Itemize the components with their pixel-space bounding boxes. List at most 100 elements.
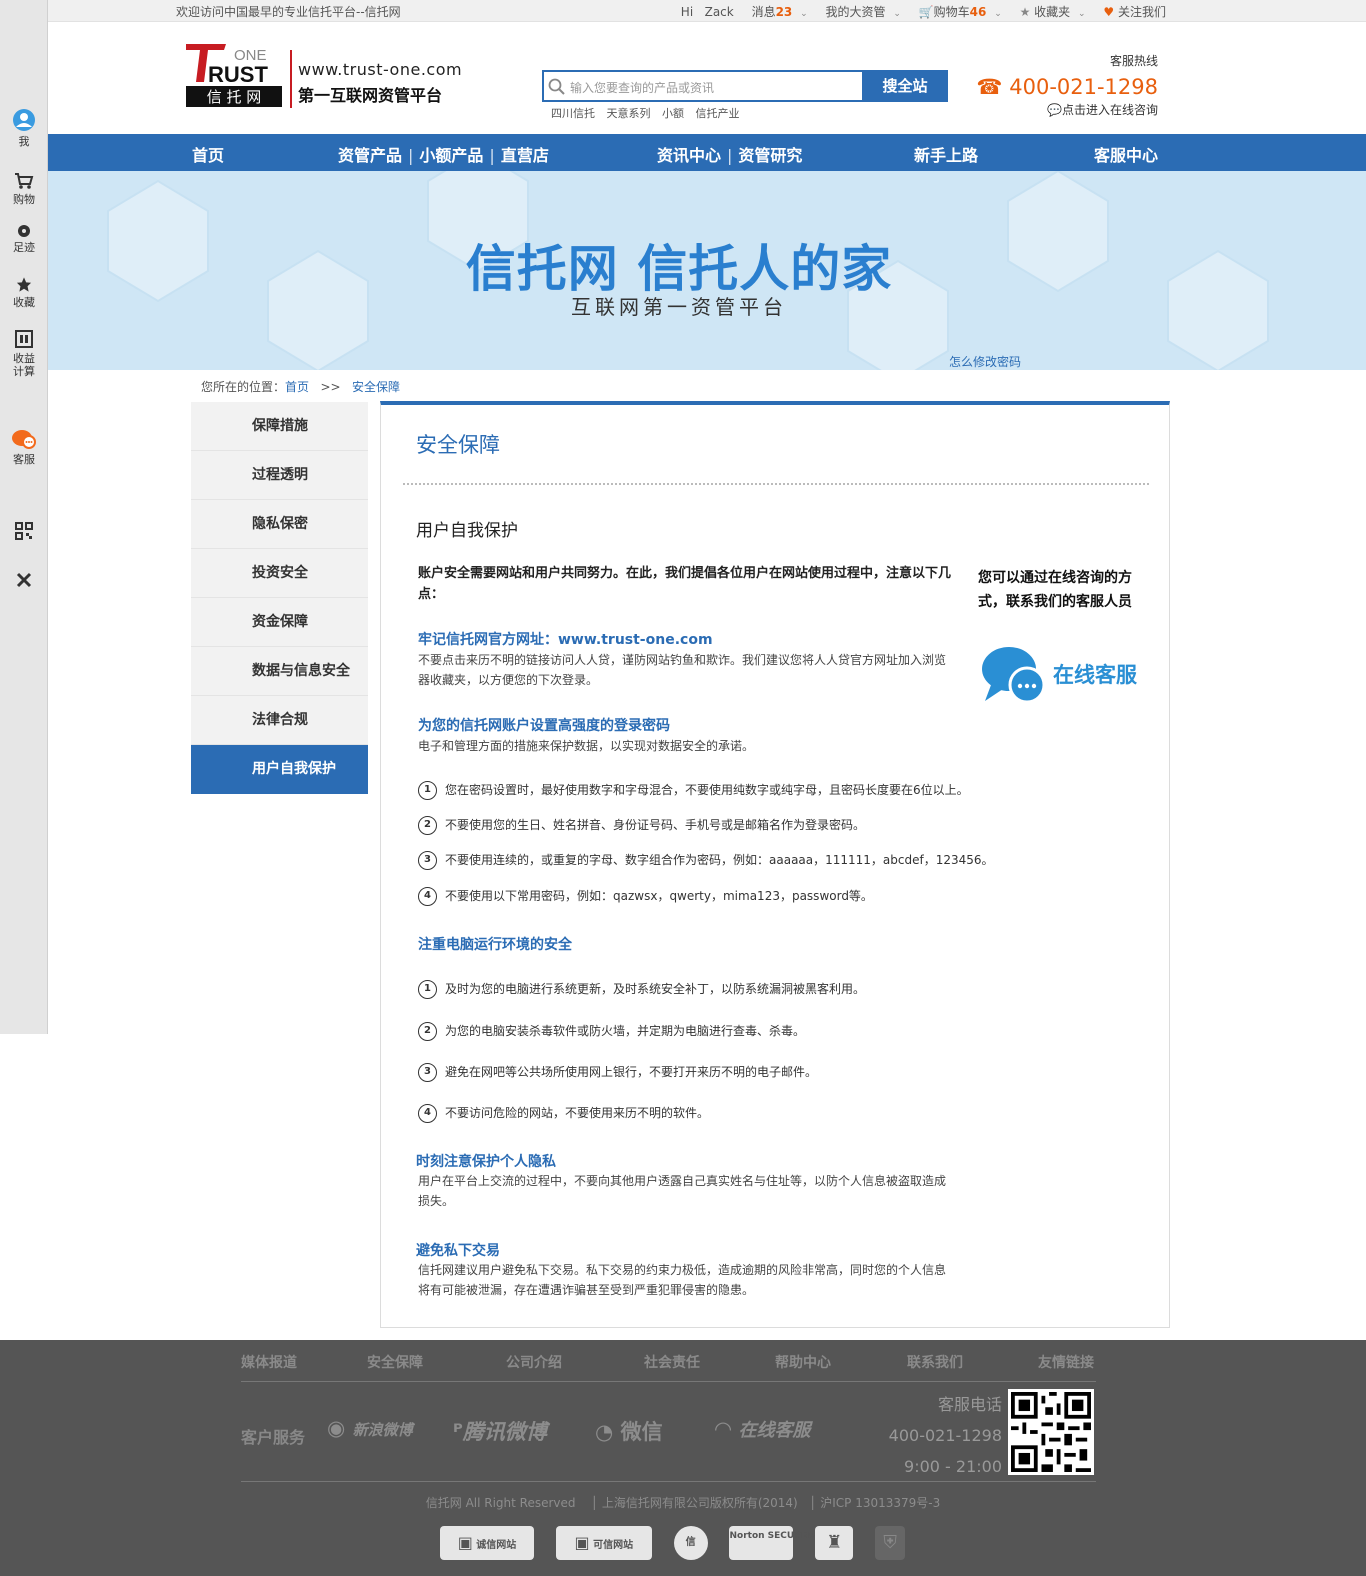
number-badge: 1: [418, 980, 437, 999]
sidebar-item-label: 客服: [13, 453, 35, 466]
nav-direct-store[interactable]: 直营店: [501, 146, 549, 165]
sidebar-item-service[interactable]: 客服: [0, 428, 48, 466]
hotword-link[interactable]: 小额: [662, 107, 684, 120]
badge-credible-site[interactable]: ▣ 诚信网站: [440, 1526, 534, 1560]
section-heading: 牢记信托网官方网址：www.trust-one.com: [418, 632, 713, 648]
sidebar-item-label: 收益: [13, 352, 35, 365]
online-service-link[interactable]: ◠ 在线客服: [715, 1416, 810, 1442]
menu-item-data-security[interactable]: 数据与信息安全: [191, 647, 368, 696]
cart-icon: 🛒: [918, 5, 934, 19]
section-body: 用户在平台上交流的过程中，不要向其他用户透露自己真实姓名与住址等，以防个人信息被…: [418, 1174, 947, 1208]
nav-asset-products[interactable]: 资管产品: [338, 146, 402, 165]
breadcrumb-current[interactable]: 安全保障: [352, 380, 400, 394]
service-hours: 9:00 - 21:00: [904, 1457, 1002, 1476]
messages-link[interactable]: 消息23 ⌄: [752, 5, 808, 19]
howto-link[interactable]: 怎么修改密码: [949, 353, 1021, 370]
nav-newbie[interactable]: 新手上路: [914, 142, 978, 166]
hero-banner: 信托网 信托人的家 互联网第一资管平台 怎么修改密码: [48, 171, 1366, 370]
hotline-label: 客服热线: [1109, 54, 1158, 68]
logo[interactable]: ONE RUST 信 托 网: [186, 42, 286, 110]
menu-item-privacy[interactable]: 隐私保密: [191, 500, 368, 549]
breadcrumb-home[interactable]: 首页: [285, 380, 309, 394]
star-icon: ★: [1019, 5, 1031, 19]
menu-item-fund-security[interactable]: 资金保障: [191, 598, 368, 647]
cart-link[interactable]: 🛒购物车46 ⌄: [919, 5, 1002, 19]
footer-link[interactable]: 社会责任: [644, 1352, 700, 1372]
sidebar-item-cart[interactable]: 购物: [0, 172, 48, 206]
online-service-button[interactable]: 在线客服: [981, 645, 1161, 707]
nav-group-news: 资讯中心 | 资管研究: [657, 142, 802, 166]
seal-icon: ▣: [574, 1533, 590, 1552]
chevron-down-icon: ⌄: [893, 9, 901, 19]
tencent-weibo-link[interactable]: ᴾ腾讯微博: [453, 1416, 547, 1446]
trust-logo-icon: ONE RUST 信 托 网: [186, 44, 282, 107]
sidebar-close[interactable]: [0, 572, 48, 591]
logo-cn-text: 信 托 网: [207, 88, 262, 106]
sidebar-item-me[interactable]: 我: [0, 108, 48, 148]
chevron-down-icon: ⌄: [800, 9, 808, 19]
my-assets-link[interactable]: 我的大资管 ⌄: [825, 5, 900, 19]
footer-link[interactable]: 联系我们: [907, 1352, 963, 1372]
username[interactable]: Zack: [705, 5, 734, 19]
sidebar-item-calculator[interactable]: 收益 计算: [0, 329, 48, 378]
menu-item-investment-safety[interactable]: 投资安全: [191, 549, 368, 598]
favorites-link[interactable]: ★ 收藏夹 ⌄: [1020, 5, 1086, 19]
hotword-link[interactable]: 四川信托: [551, 107, 595, 120]
phone-label: 客服电话: [937, 1395, 1002, 1414]
nav-home[interactable]: 首页: [192, 142, 224, 166]
sidebar-item-label: 我: [18, 135, 30, 148]
sidebar-item-footprint[interactable]: 足迹: [0, 224, 48, 254]
section-heading: 为您的信托网账户设置高强度的登录密码: [418, 718, 670, 734]
police-badge-icon[interactable]: ♜: [815, 1526, 854, 1560]
footer-link[interactable]: 媒体报道: [241, 1352, 297, 1372]
number-badge: 3: [418, 851, 437, 870]
footer-link[interactable]: 公司介绍: [506, 1352, 562, 1372]
hot-keywords: 四川信托 天意系列 小额 信托产业: [551, 105, 748, 121]
close-icon: [16, 572, 32, 588]
hotword-link[interactable]: 信托产业: [696, 107, 740, 120]
list-item: 4 不要使用以下常用密码，例如：qazwsx，qwerty，mima123，pas…: [418, 887, 873, 906]
sidebar-item-favorites[interactable]: 收藏: [0, 276, 48, 309]
trust-badges: ▣ 诚信网站 ▣ 可信网站 信 Norton SECURED ♜ ⛨: [440, 1526, 923, 1560]
eye-icon: [18, 225, 30, 237]
footer-link[interactable]: 安全保障: [367, 1352, 423, 1372]
left-menu: 保障措施 过程透明 隐私保密 投资安全 资金保障 数据与信息安全 法律合规 用户…: [191, 402, 368, 794]
online-consult-link[interactable]: 💬点击进入在线咨询: [976, 101, 1158, 118]
nav-service[interactable]: 客服中心: [1094, 142, 1158, 166]
wechat-link[interactable]: ◔ 微信: [595, 1416, 663, 1446]
nav-divider: |: [489, 146, 495, 165]
weibo-link[interactable]: ◉ 新浪微博: [327, 1416, 413, 1440]
weibo-icon: ◉: [327, 1416, 346, 1440]
shield-badge-icon[interactable]: ⛨: [875, 1526, 906, 1560]
menu-item-protection[interactable]: 保障措施: [191, 402, 368, 451]
customer-service-label: 客户服务: [241, 1428, 306, 1447]
cart-count: 46: [969, 5, 987, 19]
user-icon: [13, 109, 35, 131]
badge-credit[interactable]: 信: [673, 1526, 708, 1560]
list-item: 3 不要使用连续的，或重复的字母、数字组合作为密码，例如：aaaaaa，11111…: [418, 851, 994, 870]
section-heading: 时刻注意保护个人隐私: [416, 1154, 556, 1170]
search-button[interactable]: 搜全站: [862, 70, 948, 102]
logo-rust-text: RUST: [208, 62, 268, 87]
follow-link[interactable]: ♥ 关注我们: [1103, 5, 1166, 19]
number-badge: 4: [418, 887, 437, 906]
sidebar-qrcode[interactable]: [0, 522, 48, 543]
nav-research[interactable]: 资管研究: [738, 146, 802, 165]
hotword-link[interactable]: 天意系列: [607, 107, 651, 120]
search-input[interactable]: 输入您要查询的产品或资讯: [570, 79, 714, 96]
badge-norton[interactable]: Norton SECURED: [729, 1526, 815, 1560]
footer-link[interactable]: 友情链接: [1038, 1352, 1094, 1372]
section-body: 不要点击来历不明的链接访问人人贷，谨防网站钓鱼和欺诈。我们建议您将人人贷官方网址…: [418, 653, 947, 687]
menu-item-transparency[interactable]: 过程透明: [191, 451, 368, 500]
menu-item-self-protection[interactable]: 用户自我保护: [191, 745, 368, 794]
chat-icon: [12, 430, 36, 449]
search-icon: [548, 78, 565, 95]
nav-small-products[interactable]: 小额产品: [419, 146, 483, 165]
menu-item-legal[interactable]: 法律合规: [191, 696, 368, 745]
icp-number[interactable]: 沪ICP 13013379号-3: [820, 1496, 940, 1510]
phone-icon: ☎: [976, 75, 1010, 99]
footer-link[interactable]: 帮助中心: [775, 1352, 831, 1372]
nav-divider: |: [727, 146, 733, 165]
nav-news[interactable]: 资讯中心: [657, 146, 721, 165]
badge-trusted-site[interactable]: ▣ 可信网站: [555, 1526, 652, 1560]
